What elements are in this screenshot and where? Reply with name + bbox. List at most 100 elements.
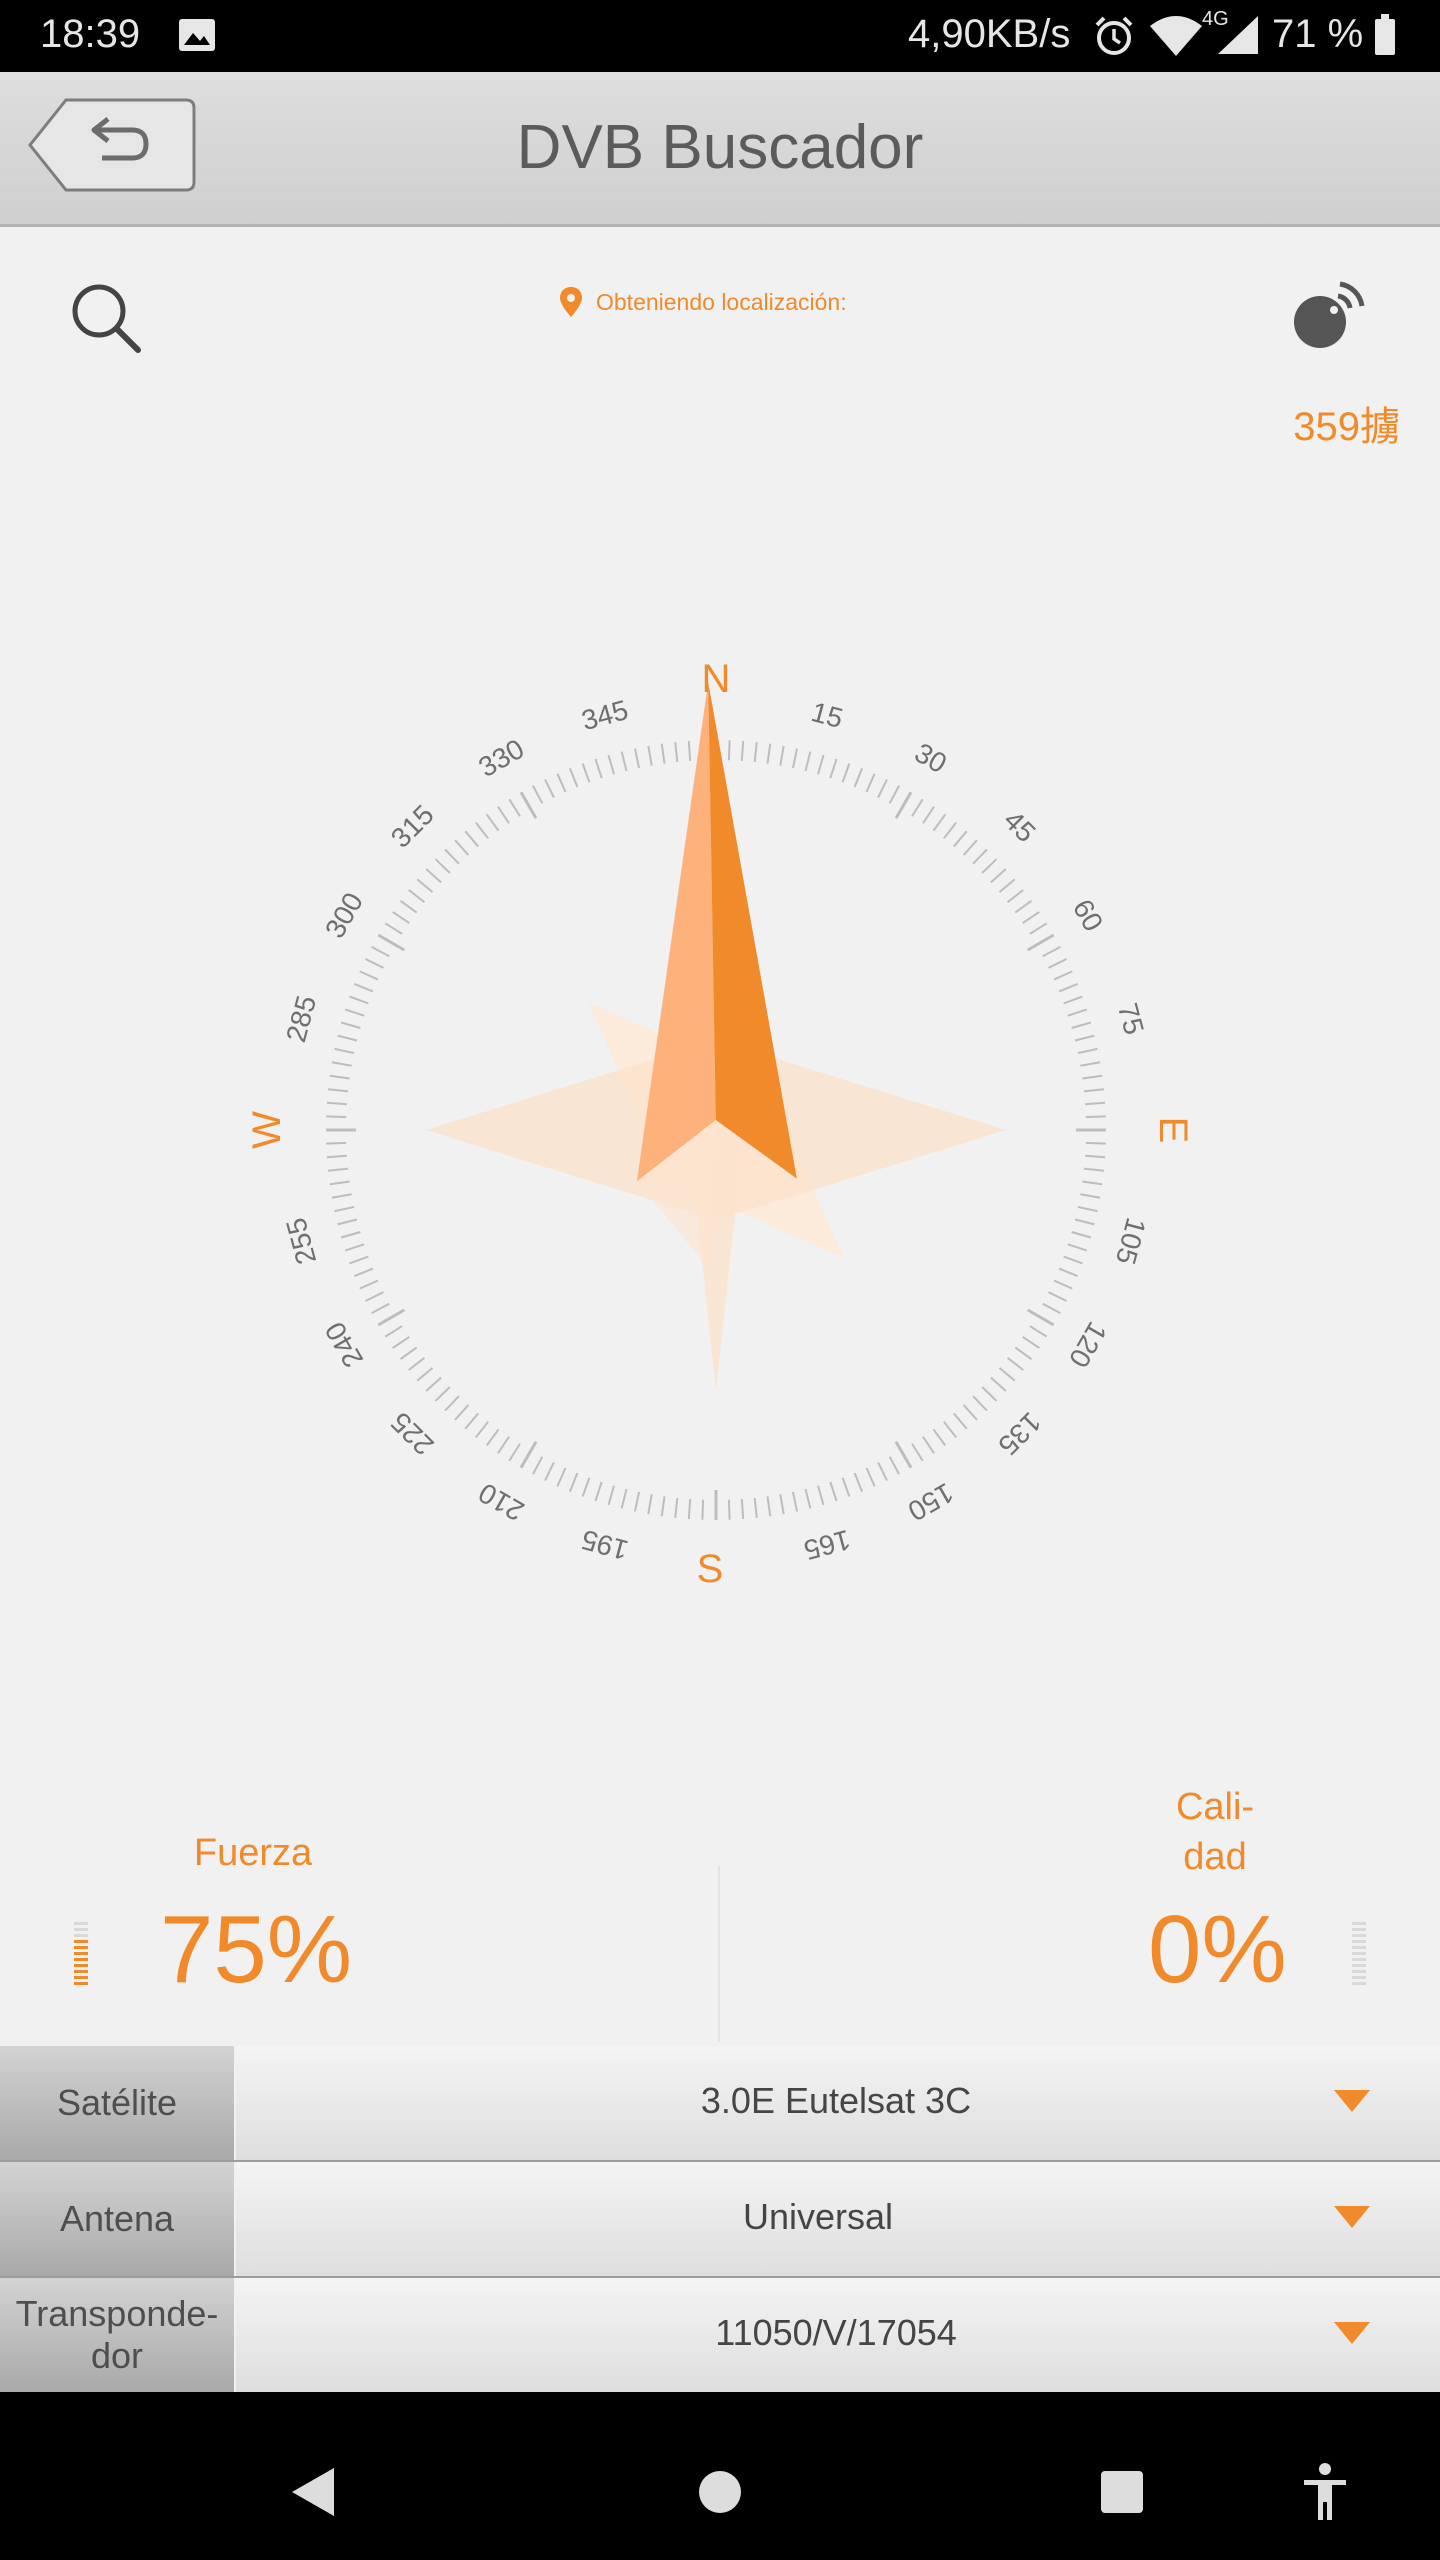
compass-tick bbox=[444, 848, 460, 865]
network-speed: 4,90KB/s bbox=[908, 12, 1071, 56]
compass-tick bbox=[581, 1477, 591, 1497]
compass-tick bbox=[779, 745, 785, 766]
compass-tick bbox=[475, 1420, 489, 1438]
compass-tick bbox=[340, 1021, 361, 1029]
compass-tick bbox=[962, 1404, 978, 1421]
quality-label: Cali- dad bbox=[1175, 1786, 1255, 1878]
satellite-select[interactable]: 3.0E Eutelsat 3C bbox=[236, 2046, 1440, 2160]
compass-tick bbox=[365, 958, 384, 969]
compass-tick bbox=[607, 754, 615, 775]
compass-tick bbox=[1082, 1180, 1103, 1186]
compass-tick bbox=[337, 1218, 358, 1226]
compass-tick bbox=[1082, 1074, 1103, 1080]
accessibility-icon[interactable] bbox=[1302, 2462, 1348, 2522]
compass-tick bbox=[660, 743, 666, 764]
satellite-dish-icon[interactable] bbox=[1290, 274, 1372, 356]
compass-tick bbox=[334, 1205, 355, 1213]
compass-tick bbox=[1085, 1154, 1106, 1159]
compass-tick bbox=[594, 758, 603, 779]
compass-tick bbox=[1085, 1115, 1106, 1119]
transponder-select[interactable]: 11050/V/17054 bbox=[236, 2278, 1440, 2392]
satellite-label: Satélite bbox=[0, 2046, 234, 2160]
compass-tick bbox=[354, 1267, 374, 1278]
compass-tick-label: 345 bbox=[578, 694, 631, 736]
compass-tick bbox=[359, 970, 379, 981]
compass-tick bbox=[1074, 1034, 1095, 1042]
meter-bar bbox=[1352, 1958, 1366, 1961]
compass-tick bbox=[1074, 1218, 1095, 1226]
compass-tick bbox=[384, 1325, 403, 1338]
compass-tick bbox=[434, 1386, 451, 1402]
meter-bar bbox=[74, 1970, 88, 1973]
meter-bar bbox=[74, 1940, 88, 1943]
compass-tick bbox=[922, 1436, 935, 1454]
compass-tick bbox=[1083, 1088, 1104, 1093]
compass-tick bbox=[932, 813, 947, 832]
compass-tick bbox=[568, 1472, 579, 1492]
compass-tick bbox=[337, 1034, 358, 1042]
compass-tick bbox=[962, 839, 978, 856]
compass-tick bbox=[408, 1357, 426, 1371]
wifi-icon bbox=[1150, 16, 1202, 56]
compass-tick bbox=[998, 878, 1016, 893]
compass-tick bbox=[349, 995, 369, 1005]
compass-tick bbox=[508, 798, 521, 817]
app-bar: DVB Buscador bbox=[0, 72, 1440, 227]
compass-tick bbox=[740, 740, 745, 761]
compass-tick bbox=[990, 1376, 1007, 1392]
compass-tick bbox=[454, 839, 470, 856]
compass-tick bbox=[340, 1231, 361, 1239]
home-icon[interactable] bbox=[698, 2470, 742, 2514]
compass-tick bbox=[841, 763, 851, 783]
compass-tick bbox=[1022, 1336, 1040, 1349]
compass-tick bbox=[349, 1255, 369, 1265]
compass-tick bbox=[508, 1443, 521, 1462]
recents-icon[interactable] bbox=[1100, 2470, 1144, 2514]
compass-tick-label: 240 bbox=[319, 1317, 369, 1373]
compass-tick bbox=[425, 868, 442, 884]
transponder-label: Transponde- dor bbox=[0, 2278, 234, 2392]
compass-tick bbox=[841, 1477, 851, 1497]
location-text: Obteniendo localización: bbox=[596, 288, 847, 315]
compass-tick bbox=[1048, 1291, 1067, 1302]
compass-tick bbox=[328, 1088, 349, 1093]
compass-tick-label: 30 bbox=[910, 737, 952, 779]
compass-tick bbox=[1014, 1346, 1033, 1361]
compass-tick bbox=[326, 1115, 347, 1119]
compass-tick bbox=[444, 1395, 460, 1412]
compass-tick bbox=[804, 751, 812, 772]
compass-tick bbox=[607, 1485, 615, 1506]
compass-tick bbox=[727, 740, 731, 761]
antenna-select[interactable]: Universal bbox=[236, 2162, 1440, 2276]
search-icon[interactable] bbox=[66, 278, 148, 360]
compass-tick bbox=[1014, 899, 1033, 914]
compass-tick-label: 15 bbox=[808, 696, 846, 734]
compass-tick bbox=[766, 1496, 772, 1517]
compass-tick-label: 135 bbox=[992, 1406, 1047, 1461]
compass-tick bbox=[633, 748, 641, 769]
compass-tick-label: 150 bbox=[903, 1477, 959, 1527]
compass-tick bbox=[888, 785, 900, 804]
antenna-row: Antena Universal bbox=[0, 2162, 1440, 2278]
compass-tick bbox=[1080, 1061, 1101, 1067]
compass-tick bbox=[399, 1346, 418, 1361]
compass-tick-label: 285 bbox=[280, 992, 322, 1045]
compass-tick bbox=[326, 1154, 347, 1159]
compass-tick bbox=[408, 889, 426, 903]
compass-tick bbox=[911, 1443, 924, 1462]
compass-tick bbox=[911, 798, 924, 817]
compass-tick bbox=[329, 1180, 350, 1186]
meter-bar bbox=[74, 1982, 88, 1985]
strength-value: 75% bbox=[160, 1896, 353, 2003]
back-icon[interactable] bbox=[290, 2466, 336, 2518]
compass-tick bbox=[932, 1428, 947, 1447]
compass-tick bbox=[817, 1485, 825, 1506]
meter-bar bbox=[1352, 1982, 1366, 1985]
compass-tick bbox=[791, 748, 799, 769]
compass-tick bbox=[377, 1308, 405, 1327]
compass-tick bbox=[544, 779, 555, 798]
meter-bar bbox=[74, 1928, 88, 1931]
compass-tick bbox=[359, 1279, 379, 1290]
compass-tick bbox=[972, 848, 988, 865]
compass-tick bbox=[354, 982, 374, 993]
